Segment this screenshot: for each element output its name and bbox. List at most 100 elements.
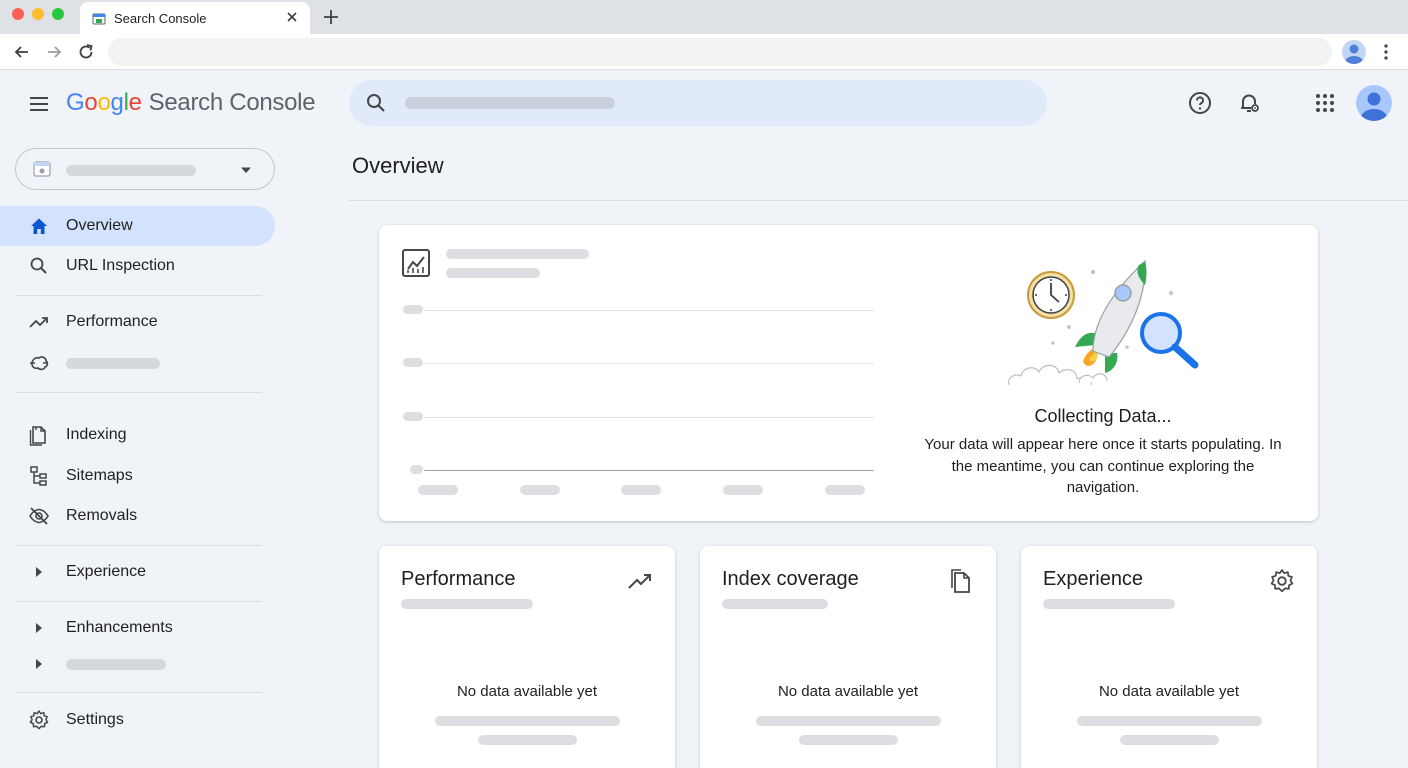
y-tick-placeholder <box>403 358 423 367</box>
search-console-logo[interactable]: Google Search Console <box>66 89 316 117</box>
sidebar-item-sitemaps[interactable]: Sitemaps <box>0 456 275 496</box>
pages-icon <box>29 426 46 446</box>
person-icon <box>1345 44 1363 64</box>
person-icon <box>1361 92 1387 121</box>
chevron-down-icon <box>241 167 251 173</box>
card-empty-text: No data available yet <box>777 683 919 700</box>
index-coverage-card[interactable]: Index coverage No data available yet <box>700 546 996 768</box>
x-tick-placeholder <box>825 485 865 495</box>
sidebar-item-label: Performance <box>66 313 158 330</box>
browser-tab-bar: Search Console <box>0 0 1408 34</box>
x-tick-placeholder <box>418 485 458 495</box>
account-avatar[interactable] <box>1356 85 1392 121</box>
help-icon[interactable] <box>1187 90 1213 116</box>
browser-menu-icon[interactable] <box>1376 42 1396 62</box>
product-name: Search Console <box>148 89 316 116</box>
card-subtitle-placeholder <box>1043 599 1175 609</box>
property-selector[interactable] <box>15 148 275 190</box>
sidebar-item-label: Sitemaps <box>66 467 133 484</box>
sidebar-item-removals[interactable]: Removals <box>0 496 275 536</box>
card-text-placeholder <box>478 735 577 745</box>
card-empty-text: No data available yet <box>456 683 598 700</box>
browser-toolbar <box>0 34 1408 70</box>
sidebar-item-label: Settings <box>66 711 124 728</box>
window-minimize-button[interactable] <box>32 8 44 20</box>
apps-grid-icon[interactable] <box>1312 90 1338 116</box>
y-tick-placeholder <box>403 412 423 421</box>
sidebar-item-label: Enhancements <box>66 619 173 636</box>
sidebar-divider <box>15 295 262 296</box>
sidebar-item-label: Indexing <box>66 426 127 443</box>
sidebar-divider <box>15 601 262 602</box>
sidebar-item-performance[interactable]: Performance <box>0 302 275 342</box>
browser-profile-avatar[interactable] <box>1342 40 1366 64</box>
close-icon[interactable] <box>284 9 300 25</box>
search-icon <box>367 94 385 112</box>
trending-up-icon <box>628 574 651 589</box>
logo-letter: e <box>128 89 142 116</box>
browser-tab[interactable]: Search Console <box>80 2 310 34</box>
y-tick-placeholder <box>403 305 423 314</box>
pages-icon <box>951 569 970 593</box>
logo-letter: o <box>97 89 111 116</box>
sidebar-item-placeholder <box>66 659 166 670</box>
forward-arrow-icon[interactable] <box>44 42 64 62</box>
sidebar-item-label: URL Inspection <box>66 257 175 274</box>
collecting-data-message: Your data will appear here once it start… <box>924 436 1282 496</box>
back-arrow-icon[interactable] <box>12 42 32 62</box>
gear-icon <box>1270 569 1294 593</box>
card-subtitle-placeholder <box>401 599 533 609</box>
rocket-icon <box>1075 259 1147 373</box>
collecting-data-illustration <box>1008 259 1199 386</box>
address-bar[interactable] <box>108 38 1332 66</box>
grid-line <box>424 417 874 418</box>
sidebar-item-discover[interactable] <box>0 343 275 383</box>
grid-line <box>424 363 874 364</box>
tab-title: Search Console <box>114 11 207 26</box>
trending-up-icon <box>29 317 48 328</box>
window-maximize-button[interactable] <box>52 8 64 20</box>
visibility-off-icon <box>29 507 49 525</box>
sidebar-item-collapsed-section[interactable] <box>0 644 275 684</box>
caret-right-icon <box>36 567 42 577</box>
search-console-favicon-icon <box>92 13 106 25</box>
sidebar-item-overview[interactable]: Overview <box>0 206 275 246</box>
logo-letter: G <box>66 89 85 116</box>
card-text-placeholder <box>756 716 941 726</box>
sidebar-item-url-inspection[interactable]: URL Inspection <box>0 246 275 286</box>
notification-settings-icon[interactable] <box>1236 90 1262 116</box>
y-tick-placeholder <box>410 465 423 474</box>
sidebar-item-label: Experience <box>66 563 147 580</box>
sidebar-item-enhancements[interactable]: Enhancements <box>0 608 275 648</box>
sidebar-item-experience[interactable]: Experience <box>0 552 275 592</box>
sidebar-item-settings[interactable]: Settings <box>0 700 275 740</box>
window-close-button[interactable] <box>12 8 24 20</box>
sidebar-item-indexing[interactable]: Indexing <box>0 415 275 455</box>
x-tick-placeholder <box>520 485 560 495</box>
chart-subtitle-placeholder <box>446 268 540 278</box>
overview-chart-card: Collecting Data... Your data will appear… <box>379 225 1318 521</box>
x-axis-line <box>424 470 874 471</box>
caret-right-icon <box>36 623 42 633</box>
main-menu-icon[interactable] <box>26 91 52 117</box>
gear-icon <box>29 710 49 730</box>
x-tick-placeholder <box>621 485 661 495</box>
sidebar-item-label: Removals <box>66 507 138 524</box>
chart-icon <box>402 249 430 277</box>
chart-title-placeholder <box>446 249 589 259</box>
card-title: Experience <box>1043 568 1144 590</box>
caret-right-icon <box>36 659 42 669</box>
collecting-data-title: Collecting Data... <box>1034 406 1172 426</box>
experience-card[interactable]: Experience No data available yet <box>1021 546 1317 768</box>
page-title: Overview <box>352 153 444 178</box>
new-tab-plus-icon[interactable] <box>322 8 340 26</box>
sidebar-item-label: Overview <box>66 217 133 234</box>
x-tick-placeholder <box>723 485 763 495</box>
card-subtitle-placeholder <box>722 599 828 609</box>
title-divider <box>349 200 1408 201</box>
cloud-icon <box>1008 364 1108 386</box>
reload-icon[interactable] <box>76 42 96 62</box>
performance-card[interactable]: Performance No data available yet <box>379 546 675 768</box>
inspect-url-search-input[interactable] <box>349 80 1047 126</box>
discover-icon <box>30 356 49 371</box>
